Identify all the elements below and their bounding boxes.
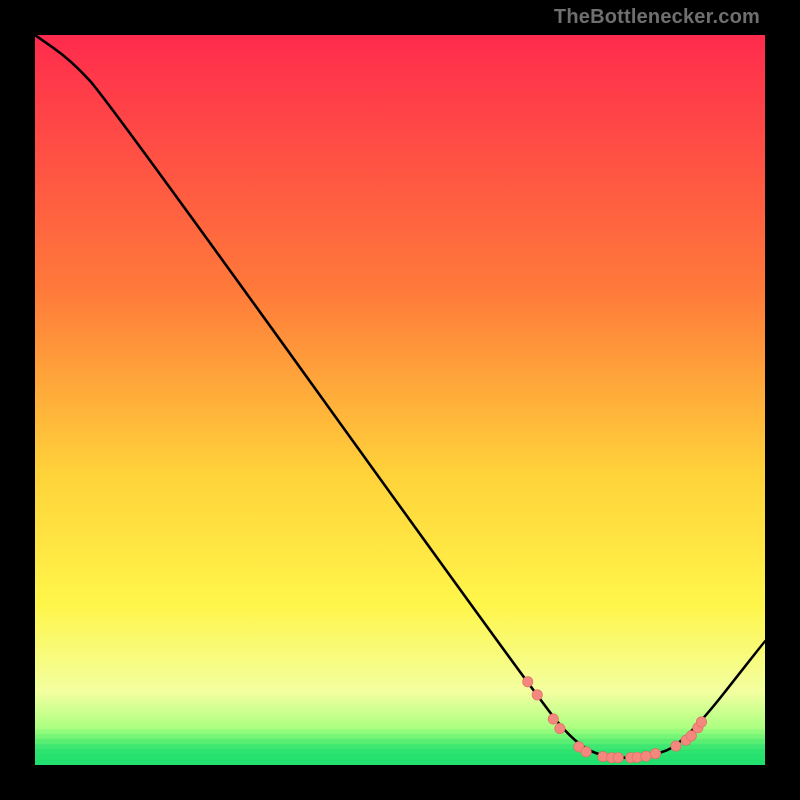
data-marker bbox=[613, 753, 623, 763]
chart-stage: TheBottlenecker.com bbox=[0, 0, 800, 800]
data-marker bbox=[641, 751, 651, 761]
data-marker bbox=[532, 690, 542, 700]
data-marker bbox=[650, 748, 660, 758]
gradient-background bbox=[35, 35, 765, 765]
data-marker bbox=[671, 741, 681, 751]
green-bands bbox=[35, 729, 765, 765]
bottleneck-curve-chart bbox=[35, 35, 765, 765]
data-marker bbox=[555, 723, 565, 733]
data-marker bbox=[696, 717, 706, 727]
plot-area bbox=[35, 35, 765, 765]
data-marker bbox=[581, 747, 591, 757]
attribution-text: TheBottlenecker.com bbox=[554, 6, 760, 29]
data-marker bbox=[548, 714, 558, 724]
data-marker bbox=[523, 677, 533, 687]
